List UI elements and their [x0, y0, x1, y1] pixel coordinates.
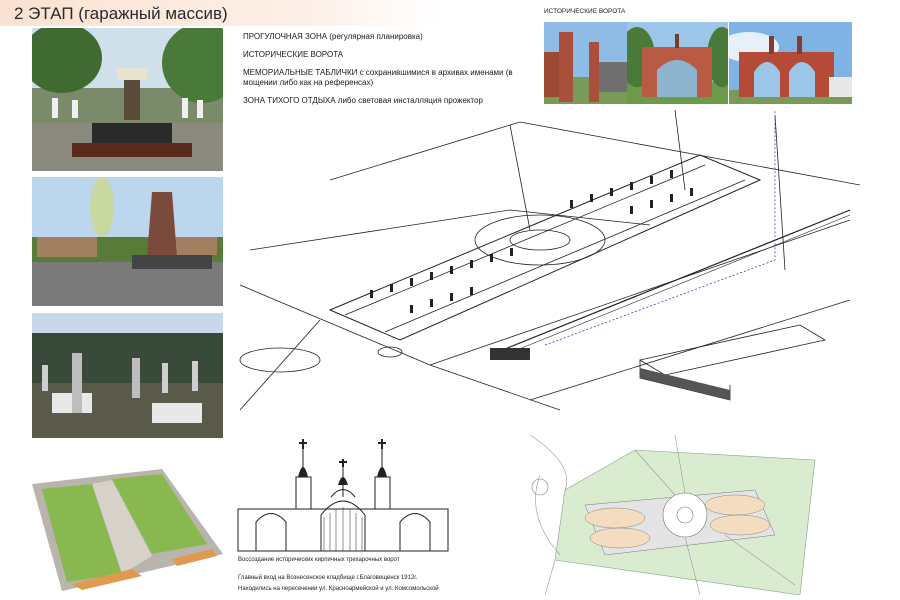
gate-drawing-caption-3: Находились на пересечении ул. Красноарме… — [238, 586, 439, 592]
photo-gate-2 — [627, 22, 728, 104]
axonometric-plan-drawing — [230, 110, 860, 425]
stage-title: 2 ЭТАП (гаражный массив) — [14, 4, 228, 23]
photo-memorial-square — [32, 28, 223, 171]
render-alley-aerial — [32, 464, 223, 591]
photo-military-graves — [32, 313, 223, 438]
legend-quiet-zone: ЗОНА ТИХОГО ОТДЫХА либо световая инсталл… — [243, 96, 483, 105]
legend: ПРОГУЛОЧНАЯ ЗОНА (регулярная планировка)… — [243, 32, 543, 114]
legend-walking-zone: ПРОГУЛОЧНАЯ ЗОНА (регулярная планировка) — [243, 32, 423, 41]
gate-drawing-caption-1: Воссоздание исторических кирпичных треха… — [238, 557, 400, 563]
photo-gate-1 — [544, 22, 627, 104]
site-plan-drawing — [525, 435, 825, 595]
gate-photos-caption: ИСТОРИЧЕСКИЕ ВОРОТА — [544, 8, 626, 15]
gate-drawing-caption-2: Главный вход на Вознесенское кладбище г.… — [238, 575, 418, 581]
photo-memorial-stone — [32, 177, 223, 306]
legend-historic-gate: ИСТОРИЧЕСКИЕ ВОРОТА — [243, 50, 344, 59]
gate-elevation-drawing — [236, 437, 450, 555]
photo-gate-3 — [729, 22, 852, 104]
legend-memorial-plaques: МЕМОРИАЛЬНЫЕ ТАБЛИЧКИ с сохранившимися в… — [243, 68, 513, 87]
